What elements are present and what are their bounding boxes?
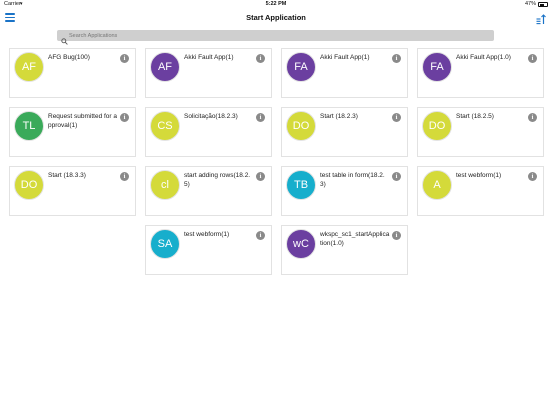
hamburger-menu-icon[interactable] [5,13,15,22]
info-icon[interactable]: i [392,54,401,63]
app-name: AFG Bug(100) [48,54,90,61]
app-name: Akki Fault App(1) [320,54,370,61]
app-name: Solicitação(18.2.3) [184,113,238,120]
app-name: test webform(1) [456,172,502,179]
app-card[interactable]: FA Akki Fault App(1) i [281,48,408,98]
info-icon[interactable]: i [528,54,537,63]
app-name: test webform(1) [184,231,230,238]
info-icon[interactable]: i [256,54,265,63]
page-title: Start Application [246,13,306,22]
app-name: Start (18.2.3) [320,113,358,120]
app-card[interactable]: cl start adding rows(18.2.5) i [145,166,272,216]
app-name: start adding rows(18.2.5) [184,172,251,188]
app-avatar: DO [14,170,44,200]
app-card[interactable]: DO Start (18.2.5) i [417,107,544,157]
app-card[interactable]: AF AFG Bug(100) i [9,48,136,98]
app-avatar: A [422,170,452,200]
app-card[interactable]: CS Solicitação(18.2.3) i [145,107,272,157]
info-icon[interactable]: i [256,172,265,181]
app-avatar: TB [286,170,316,200]
info-icon[interactable]: i [256,113,265,122]
navigation-bar: Start Application [0,9,552,27]
app-card[interactable]: SA test webform(1) i [145,225,272,275]
app-avatar: CS [150,111,180,141]
battery-percent: 47% [524,1,536,7]
app-name: Start (18.3.3) [48,172,86,179]
app-avatar: TL [14,111,44,141]
app-name: test table in form(18.2.3) [320,172,385,188]
search-bar [57,30,494,45]
app-avatar: DO [286,111,316,141]
info-icon[interactable]: i [120,54,129,63]
app-card[interactable]: DO Start (18.3.3) i [9,166,136,216]
battery-icon [538,2,548,7]
app-avatar: AF [150,52,180,82]
app-avatar: cl [150,170,180,200]
app-avatar: FA [286,52,316,82]
search-input[interactable] [69,30,489,41]
app-name: Akki Fault App(1.0) [456,54,511,61]
app-name: Request submitted for approval(1) [48,113,118,129]
app-card[interactable]: DO Start (18.2.3) i [281,107,408,157]
info-icon[interactable]: i [256,231,265,240]
status-bar: Carrier ▾ 5:22 PM 47% [0,0,552,9]
info-icon[interactable]: i [120,113,129,122]
app-card[interactable]: TB test table in form(18.2.3) i [281,166,408,216]
info-icon[interactable]: i [392,113,401,122]
sort-icon[interactable] [536,12,546,25]
app-avatar: AF [14,52,44,82]
app-avatar: SA [150,229,180,259]
app-name: wkspc_sc1_startApplication(1.0) [320,231,390,247]
app-card[interactable]: FA Akki Fault App(1.0) i [417,48,544,98]
app-card[interactable]: TL Request submitted for approval(1) i [9,107,136,157]
app-avatar: DO [422,111,452,141]
info-icon[interactable]: i [120,172,129,181]
info-icon[interactable]: i [392,172,401,181]
info-icon[interactable]: i [528,113,537,122]
search-icon [61,32,68,45]
info-icon[interactable]: i [392,231,401,240]
app-card[interactable]: AF Akki Fault App(1) i [145,48,272,98]
app-name: Akki Fault App(1) [184,54,234,61]
app-card[interactable]: wC wkspc_sc1_startApplication(1.0) i [281,225,408,275]
app-card[interactable]: Atest webform(1) i [417,166,544,216]
app-avatar: FA [422,52,452,82]
info-icon[interactable]: i [528,172,537,181]
app-name: Start (18.2.5) [456,113,494,120]
status-time: 5:22 PM [265,1,287,7]
app-avatar: wC [286,229,316,259]
